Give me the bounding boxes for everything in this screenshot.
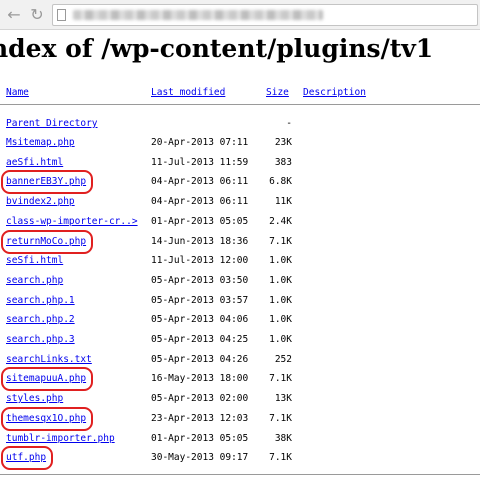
- file-row: search.php 05-Apr-2013 03:50 1.0K: [0, 272, 480, 290]
- file-size: 6.8K: [269, 176, 292, 187]
- file-link[interactable]: themesqx1O.php: [6, 410, 86, 428]
- file-date: 23-Apr-2013 12:03: [151, 413, 249, 424]
- file-link[interactable]: aeSfi.html: [6, 154, 63, 172]
- file-row: bvindex2.php 04-Apr-2013 06:11 11K: [0, 193, 480, 211]
- file-row: aeSfi.html 11-Jul-2013 11:59 383: [0, 154, 480, 172]
- file-size: 1.0K: [269, 314, 292, 325]
- address-bar[interactable]: [52, 4, 478, 26]
- file-date: 11-Jul-2013 11:59: [151, 157, 249, 168]
- file-date: 05-Apr-2013 04:26: [151, 354, 249, 365]
- file-date: 14-Jun-2013 18:36: [151, 236, 249, 247]
- reload-icon[interactable]: ↻: [27, 5, 47, 25]
- file-size: 13K: [274, 393, 292, 404]
- file-row: Msitemap.php 20-Apr-2013 07:11 23K: [0, 134, 480, 152]
- file-date: 04-Apr-2013 06:11: [151, 196, 249, 207]
- file-row: searchLinks.txt 05-Apr-2013 04:26 252: [0, 351, 480, 369]
- file-size: 252: [274, 354, 292, 365]
- file-date: 20-Apr-2013 07:11: [151, 137, 249, 148]
- file-date: 16-May-2013 18:00: [151, 373, 249, 384]
- file-size: 1.0K: [269, 275, 292, 286]
- file-date: 30-May-2013 09:17: [151, 452, 249, 463]
- page-title: ndex of /wp-content/plugins/tv1: [0, 34, 434, 63]
- file-size: 7.1K: [269, 236, 292, 247]
- column-header-row: Name Last modified Size Description: [0, 84, 480, 102]
- browser-toolbar: ← ↻: [0, 0, 480, 30]
- file-date: 05-Apr-2013 03:50: [151, 275, 249, 286]
- file-size: 1.0K: [269, 295, 292, 306]
- parent-directory-size: -: [286, 118, 292, 129]
- file-date: 11-Jul-2013 12:00: [151, 255, 249, 266]
- file-row: search.php.3 05-Apr-2013 04:25 1.0K: [0, 331, 480, 349]
- file-link[interactable]: utf.php: [6, 449, 46, 467]
- file-link[interactable]: bannerEB3Y.php: [6, 173, 86, 191]
- file-row: tumblr-importer.php 01-Apr-2013 05:05 38K: [0, 430, 480, 448]
- file-link[interactable]: class-wp-importer-cr..>: [6, 213, 138, 231]
- file-size: 7.1K: [269, 413, 292, 424]
- file-row: returnMoCo.php 14-Jun-2013 18:36 7.1K: [0, 233, 480, 251]
- file-date: 05-Apr-2013 04:06: [151, 314, 249, 325]
- file-size: 1.0K: [269, 255, 292, 266]
- file-size: 7.1K: [269, 373, 292, 384]
- parent-directory-row: Parent Directory -: [0, 115, 480, 133]
- file-size: 38K: [274, 433, 292, 444]
- file-size: 23K: [274, 137, 292, 148]
- file-row: utf.php 30-May-2013 09:17 7.1K: [0, 449, 480, 467]
- file-row: class-wp-importer-cr..> 01-Apr-2013 05:05…: [0, 213, 480, 231]
- file-size: 383: [274, 157, 292, 168]
- sort-by-last-modified-link[interactable]: Last modified: [151, 84, 225, 102]
- file-row: search.php.2 05-Apr-2013 04:06 1.0K: [0, 311, 480, 329]
- file-row: themesqx1O.php 23-Apr-2013 12:03 7.1K: [0, 410, 480, 428]
- file-row: styles.php 05-Apr-2013 02:00 13K: [0, 390, 480, 408]
- file-link[interactable]: sitemapuuA.php: [6, 370, 86, 388]
- file-date: 05-Apr-2013 03:57: [151, 295, 249, 306]
- file-size: 1.0K: [269, 334, 292, 345]
- file-link[interactable]: styles.php: [6, 390, 63, 408]
- file-link[interactable]: searchLinks.txt: [6, 351, 92, 369]
- blurred-url: [73, 10, 323, 20]
- file-date: 01-Apr-2013 05:05: [151, 433, 249, 444]
- file-link[interactable]: search.php.1: [6, 292, 75, 310]
- file-date: 05-Apr-2013 04:25: [151, 334, 249, 345]
- footer-divider: [0, 474, 480, 475]
- file-date: 04-Apr-2013 06:11: [151, 176, 249, 187]
- back-arrow-icon[interactable]: ←: [4, 5, 24, 25]
- header-divider: [0, 104, 480, 105]
- file-link[interactable]: search.php.2: [6, 311, 75, 329]
- sort-by-name-link[interactable]: Name: [6, 84, 29, 102]
- file-row: seSfi.html 11-Jul-2013 12:00 1.0K: [0, 252, 480, 270]
- file-link[interactable]: seSfi.html: [6, 252, 63, 270]
- file-size: 11K: [274, 196, 292, 207]
- page-icon: [57, 9, 66, 21]
- file-date: 01-Apr-2013 05:05: [151, 216, 249, 227]
- file-link[interactable]: returnMoCo.php: [6, 233, 86, 251]
- sort-by-description-link[interactable]: Description: [303, 84, 366, 102]
- file-size: 7.1K: [269, 452, 292, 463]
- file-link[interactable]: tumblr-importer.php: [6, 430, 115, 448]
- file-row: sitemapuuA.php 16-May-2013 18:00 7.1K: [0, 370, 480, 388]
- file-link[interactable]: search.php: [6, 272, 63, 290]
- file-link[interactable]: Msitemap.php: [6, 134, 75, 152]
- parent-directory-link[interactable]: Parent Directory: [6, 115, 98, 133]
- sort-by-size-link[interactable]: Size: [266, 84, 289, 102]
- file-row: search.php.1 05-Apr-2013 03:57 1.0K: [0, 292, 480, 310]
- file-link[interactable]: bvindex2.php: [6, 193, 75, 211]
- file-size: 2.4K: [269, 216, 292, 227]
- file-row: bannerEB3Y.php 04-Apr-2013 06:11 6.8K: [0, 173, 480, 191]
- file-date: 05-Apr-2013 02:00: [151, 393, 249, 404]
- file-link[interactable]: search.php.3: [6, 331, 75, 349]
